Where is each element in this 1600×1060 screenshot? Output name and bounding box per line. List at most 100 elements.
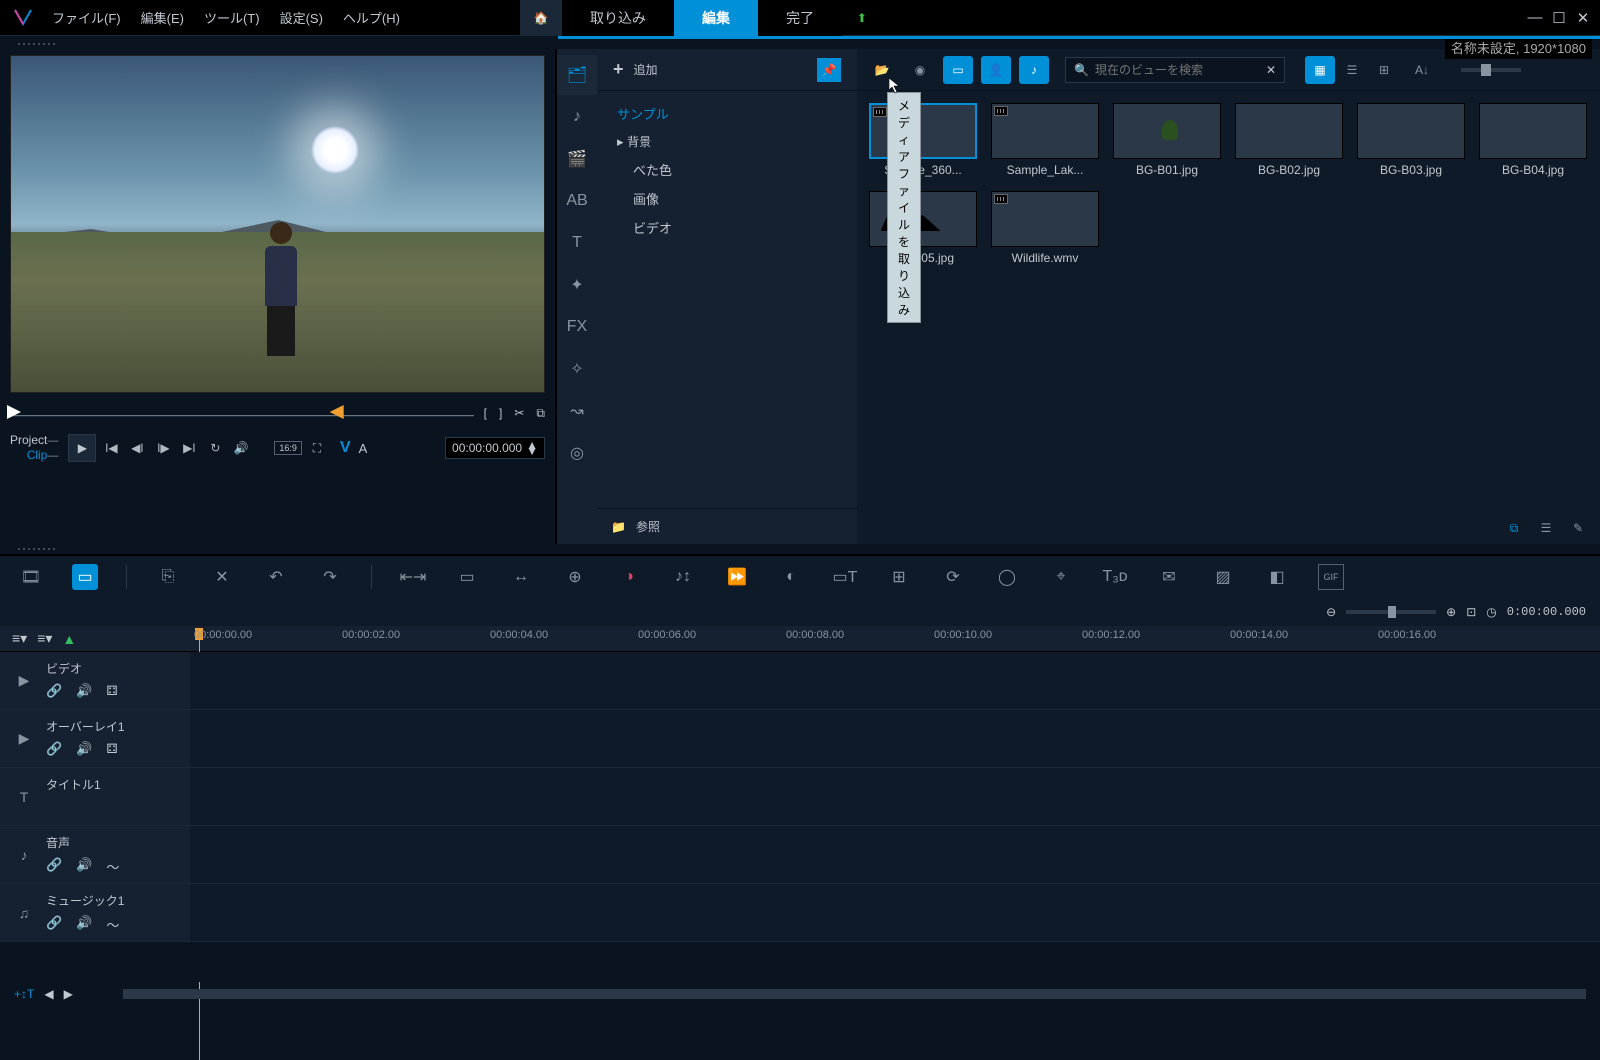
play-button[interactable]: ▶	[68, 434, 96, 462]
motion-icon[interactable]: ⟳	[940, 564, 966, 590]
track-ctrl[interactable]: ～	[106, 857, 119, 876]
mark-out-icon[interactable]: ]	[499, 406, 502, 421]
preview-canvas[interactable]	[10, 55, 545, 393]
track-header[interactable]: ▶オーバーレイ1🔗🔊⚃	[0, 710, 190, 767]
storyboard-view-icon[interactable]: 🎞	[18, 564, 44, 590]
cat-media-icon[interactable]: 🗂	[557, 55, 597, 95]
tree-background[interactable]: ▸ 背景	[611, 128, 843, 155]
tools-icon[interactable]: ✕	[209, 564, 235, 590]
menu-settings[interactable]: 設定(S)	[280, 8, 323, 27]
view-thumb-icon[interactable]: ▦	[1305, 56, 1335, 84]
add-folder-icon[interactable]: +	[613, 59, 624, 80]
cat-audio-icon[interactable]: ♪	[557, 97, 597, 137]
scroll-right-icon[interactable]: ▶	[64, 987, 73, 1001]
menu-tools[interactable]: ツール(T)	[204, 8, 260, 27]
track-ctrl[interactable]: 🔗	[46, 741, 62, 757]
cat-graphic-icon[interactable]: ✦	[557, 265, 597, 305]
import-file-button[interactable]: 📂 メディアファイルを取り込み	[867, 56, 897, 84]
next-frame-button[interactable]: I▶	[152, 437, 174, 459]
tree-sample[interactable]: サンプル	[611, 99, 843, 128]
maximize-button[interactable]: ☐	[1548, 7, 1570, 29]
track-ctrl[interactable]: 🔊	[76, 741, 92, 757]
lens-icon[interactable]: ◧	[1264, 564, 1290, 590]
clock-icon[interactable]: ◷	[1486, 605, 1496, 619]
tab-edit[interactable]: 編集	[674, 0, 758, 36]
fit-clip-icon[interactable]: ⇤⇥	[400, 564, 426, 590]
track-ctrl[interactable]: 🔗	[46, 857, 62, 876]
copy-attr-icon[interactable]: ⎘	[155, 564, 181, 590]
media-item[interactable]: BG-B02.jpg	[1235, 103, 1343, 177]
browse-icon[interactable]: 📁	[611, 520, 626, 534]
stabilize-icon[interactable]: ⌖	[1048, 564, 1074, 590]
track-ctrl[interactable]: 🔗	[46, 683, 62, 699]
clear-search-icon[interactable]: ✕	[1266, 63, 1276, 77]
h-scrollbar[interactable]	[123, 989, 1586, 999]
track-header[interactable]: Tタイトル1	[0, 768, 190, 825]
pan-zoom-icon[interactable]: ↔	[508, 564, 534, 590]
menu-help[interactable]: ヘルプ(H)	[343, 8, 400, 27]
speed-icon[interactable]: ⏩	[724, 564, 750, 590]
mark-in-icon[interactable]: [	[484, 406, 487, 421]
pin-icon[interactable]: 📌	[817, 58, 841, 82]
track-ctrl[interactable]: 🔊	[76, 915, 92, 934]
zoom-out-icon[interactable]: ⊖	[1326, 605, 1336, 619]
audio-mixer-icon[interactable]: ♪↕	[670, 564, 696, 590]
timecode[interactable]: 00:00:00.000▲▼	[445, 437, 545, 459]
split-icon[interactable]: ✂	[514, 406, 524, 421]
track-body[interactable]	[190, 768, 1600, 825]
browse-label[interactable]: 参照	[636, 518, 660, 535]
media-item[interactable]: BG-B04.jpg	[1479, 103, 1587, 177]
cat-tracking-icon[interactable]: ◎	[557, 433, 597, 473]
track-ctrl[interactable]: ⚃	[106, 741, 117, 757]
track-header[interactable]: ♪音声🔗🔊～	[0, 826, 190, 883]
gif-icon[interactable]: GIF	[1318, 564, 1344, 590]
scrubber[interactable]	[10, 403, 474, 423]
track-body[interactable]	[190, 826, 1600, 883]
view-grid-icon[interactable]: ⊞	[1369, 56, 1399, 84]
resize-icon[interactable]: ⊕	[562, 564, 588, 590]
chroma-icon[interactable]: ◐	[778, 564, 804, 590]
track-opts-icon[interactable]: ≡▾	[12, 630, 27, 647]
add-folder-label[interactable]: 追加	[634, 61, 658, 78]
media-item[interactable]: BG-B03.jpg	[1357, 103, 1465, 177]
menu-edit[interactable]: 編集(E)	[141, 8, 184, 27]
menu-file[interactable]: ファイル(F)	[52, 8, 121, 27]
cat-path-icon[interactable]: ↝	[557, 391, 597, 431]
crop-icon[interactable]: ▭	[454, 564, 480, 590]
media-item[interactable]: BG-B01.jpg	[1113, 103, 1221, 177]
cat-text-icon[interactable]: T	[557, 223, 597, 263]
tab-capture[interactable]: 取り込み	[562, 0, 674, 36]
tree-image[interactable]: 画像	[611, 184, 843, 213]
zoom-slider[interactable]	[1346, 610, 1436, 614]
filter-audio-icon[interactable]: ♪	[1019, 56, 1049, 84]
track-body[interactable]	[190, 884, 1600, 941]
drag-handle-top[interactable]	[0, 39, 1600, 49]
panel-toggle-icon[interactable]: ⧉	[1502, 517, 1526, 539]
scroll-left-icon[interactable]: ◀	[44, 987, 53, 1001]
drag-handle-mid[interactable]	[0, 544, 1600, 554]
v-toggle[interactable]: V	[340, 439, 351, 457]
cat-fx-icon[interactable]: FX	[557, 307, 597, 347]
volume-button[interactable]: 🔊	[230, 437, 252, 459]
track-header[interactable]: ♫ミュージック1🔗🔊～	[0, 884, 190, 941]
subtitle-icon[interactable]: ▭T	[832, 564, 858, 590]
timeline-view-icon[interactable]: ▭	[72, 564, 98, 590]
home-button[interactable]: 🏠	[520, 0, 562, 36]
a-toggle[interactable]: A	[359, 441, 368, 456]
track-ctrl[interactable]: 🔊	[76, 857, 92, 876]
goto-start-button[interactable]: I◀	[100, 437, 122, 459]
cat-transition-icon[interactable]: 🎬	[557, 139, 597, 179]
thumb-size-slider[interactable]	[1461, 68, 1521, 72]
tab-share[interactable]: 完了	[758, 0, 842, 36]
resize-preview-icon[interactable]: ⛶	[306, 437, 328, 459]
track-body[interactable]	[190, 710, 1600, 767]
color-icon[interactable]: ◑	[616, 564, 642, 590]
aspect-ratio[interactable]: 16:9	[274, 441, 302, 455]
loop-button[interactable]: ↻	[204, 437, 226, 459]
track-body[interactable]	[190, 652, 1600, 709]
sort-icon[interactable]: A↓	[1407, 56, 1437, 84]
undo-icon[interactable]: ↶	[263, 564, 289, 590]
timeline-timecode[interactable]: 0:00:00.000	[1507, 605, 1586, 619]
track-ctrl[interactable]: ⚃	[106, 683, 117, 699]
track-header[interactable]: ▶ビデオ🔗🔊⚃	[0, 652, 190, 709]
